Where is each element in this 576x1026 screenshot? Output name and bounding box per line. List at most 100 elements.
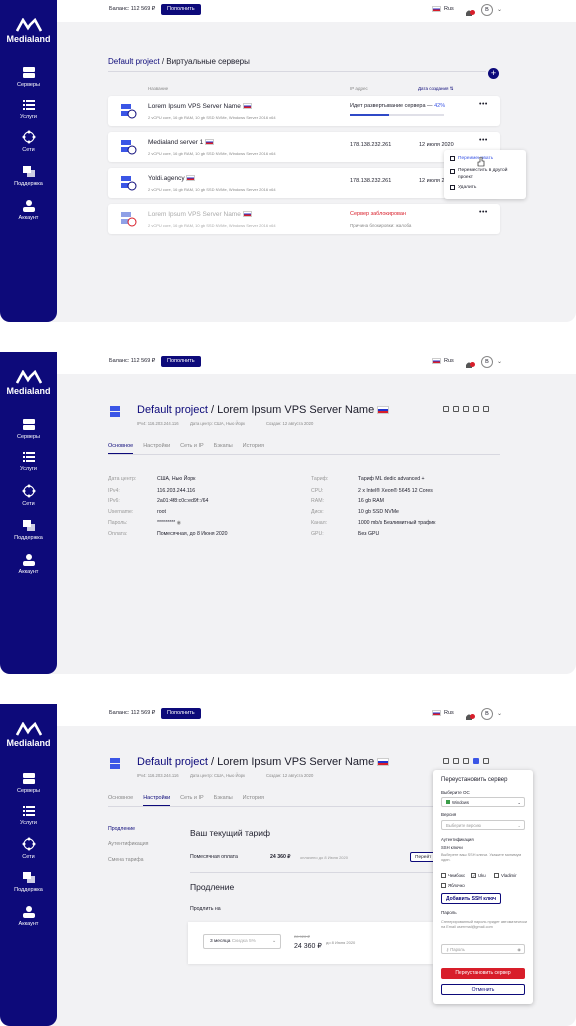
restart-icon[interactable] (463, 406, 469, 412)
sidebar-item-services[interactable]: Услуги (0, 451, 57, 472)
console-icon[interactable] (443, 758, 449, 764)
server-row[interactable]: Medialand server 1 2 vCPU core, 16 gb RA… (108, 132, 500, 162)
more-menu-icon[interactable]: ••• (479, 209, 488, 216)
eye-icon[interactable]: ◉ (517, 945, 521, 954)
blocked-status: Сервер заблокирован (350, 211, 406, 217)
topup-button[interactable]: Пополнить (161, 4, 201, 15)
flag-ru-icon (432, 710, 441, 716)
power-icon[interactable] (453, 758, 459, 764)
notifications-bell-icon[interactable] (465, 357, 475, 368)
col-ip[interactable]: IP адрес (350, 86, 368, 91)
user-icon (22, 200, 35, 212)
chevron-down-icon[interactable]: ⌄ (497, 6, 502, 13)
notifications-bell-icon[interactable] (465, 5, 475, 16)
sidebar-item-label: Серверы (16, 788, 41, 794)
menu-item-delete[interactable]: Удалить (458, 185, 476, 190)
sidebar-item-support[interactable]: Поддержка (0, 520, 57, 541)
eye-icon[interactable]: ◉ (177, 520, 182, 526)
sidebar-item-account[interactable]: Аккаунт (0, 906, 57, 927)
col-date[interactable]: Дата создания ⇅ (418, 86, 454, 92)
sidebar-item-account[interactable]: Аккаунт (0, 554, 57, 575)
menu-item-move-cont[interactable]: проект (458, 175, 473, 180)
sidebar-item-account[interactable]: Аккаунт (0, 200, 57, 221)
topup-button[interactable]: Пополнить (161, 708, 201, 719)
menu-item-move[interactable]: Переместить в другой (458, 168, 507, 173)
sidebar-item-services[interactable]: Услуги (0, 99, 57, 120)
server-row[interactable]: Lorem Ipsum VPS Server Name 2 vCPU core,… (108, 204, 500, 234)
version-select[interactable]: Выберите версию ⌄ (441, 820, 525, 830)
project-link[interactable]: Default project (108, 57, 160, 66)
tariff-value[interactable]: Тариф ML dedic advanced + (358, 476, 425, 482)
sidebar-item-servers[interactable]: Серверы (0, 419, 57, 440)
language-select[interactable]: Rus (432, 358, 454, 364)
language-select[interactable]: Rus (432, 6, 454, 12)
trash-icon[interactable] (483, 406, 489, 412)
tab-main[interactable]: Основное (108, 443, 134, 454)
ssh-key-checkbox[interactable]: Яблочко (441, 883, 465, 888)
tab-network[interactable]: Сеть и IP (180, 443, 204, 454)
server-name[interactable]: Yoldi.agency (148, 175, 196, 182)
tab-backups[interactable]: Бэкапы (214, 443, 233, 454)
change-payment-button[interactable]: Перейт (410, 852, 435, 862)
more-menu-icon[interactable]: ••• (479, 101, 488, 108)
project-link[interactable]: Default project (137, 404, 208, 416)
chevron-down-icon[interactable]: ⌄ (497, 358, 502, 365)
more-menu-icon[interactable]: ••• (479, 137, 488, 144)
server-name[interactable]: Medialand server 1 (148, 139, 215, 146)
avatar[interactable]: B (481, 356, 493, 368)
sidebar-item-support[interactable]: Поддержка (0, 166, 57, 187)
period-select[interactable]: 3 месяца Скидка 5% ⌄ (203, 934, 281, 949)
settings-nav-tariff[interactable]: Смена тарифа (108, 857, 144, 863)
avatar[interactable]: B (481, 4, 493, 16)
project-link[interactable]: Default project (137, 756, 208, 768)
add-server-button[interactable]: + (488, 68, 499, 79)
server-row[interactable]: Lorem Ipsum VPS Server Name 2 vCPU core,… (108, 96, 500, 126)
gpu-label: GPU: (311, 531, 324, 537)
tab-network[interactable]: Сеть и IP (180, 795, 204, 806)
cancel-button[interactable]: Отменить (441, 984, 525, 995)
server-row[interactable]: Yoldi.agency 2 vCPU core, 16 gb RAM, 10 … (108, 168, 500, 198)
server-name[interactable]: Lorem Ipsum VPS Server Name (148, 103, 252, 110)
tab-history[interactable]: История (243, 443, 264, 454)
logo[interactable]: Medialand (0, 370, 57, 396)
power-icon[interactable] (453, 406, 459, 412)
server-toolbar (443, 406, 489, 412)
reinstall-icon[interactable] (473, 406, 479, 412)
logo-icon (15, 722, 42, 736)
sidebar-item-servers[interactable]: Серверы (0, 67, 57, 88)
menu-item-rename[interactable]: Переименовать (458, 156, 493, 161)
restart-icon[interactable] (463, 758, 469, 764)
server-name[interactable]: Lorem Ipsum VPS Server Name (148, 211, 252, 218)
tab-main[interactable]: Основное (108, 795, 133, 806)
logo[interactable]: Medialand (0, 722, 57, 748)
sidebar-item-services[interactable]: Услуги (0, 805, 57, 826)
settings-nav-auth[interactable]: Аутентификация (108, 841, 148, 847)
sidebar-item-servers[interactable]: Серверы (0, 773, 57, 794)
ssh-key-checkbox[interactable]: ✓ Uku (471, 873, 486, 878)
logo[interactable]: Medialand (0, 18, 57, 44)
settings-nav-renewal[interactable]: Продление (108, 826, 135, 832)
sidebar-item-support[interactable]: Поддержка (0, 872, 57, 893)
sidebar-item-networks[interactable]: Сети (0, 484, 57, 507)
os-select[interactable]: Windows ⌄ (441, 797, 525, 807)
tab-history[interactable]: История (243, 795, 264, 806)
reinstall-submit-button[interactable]: Переустановить сервер (441, 968, 525, 979)
notifications-bell-icon[interactable] (465, 709, 475, 720)
tab-settings[interactable]: Настройки (143, 443, 170, 454)
col-name[interactable]: Название (148, 86, 168, 91)
console-icon[interactable] (443, 406, 449, 412)
reinstall-icon[interactable] (473, 758, 479, 764)
chevron-down-icon[interactable]: ⌄ (497, 710, 502, 717)
tab-backups[interactable]: Бэкапы (214, 795, 233, 806)
ssh-key-checkbox[interactable]: Чембокс (441, 873, 465, 878)
sidebar-item-networks[interactable]: Сети (0, 837, 57, 860)
tab-settings[interactable]: Настройки (143, 795, 171, 806)
ssh-key-checkbox[interactable]: Vladimir (494, 873, 517, 878)
trash-icon[interactable] (483, 758, 489, 764)
password-input[interactable]: ⚷ Пароль ◉ (441, 944, 525, 954)
add-ssh-key-button[interactable]: Добавить SSH ключ (441, 893, 501, 904)
avatar[interactable]: B (481, 708, 493, 720)
language-select[interactable]: Rus (432, 710, 454, 716)
topup-button[interactable]: Пополнить (161, 356, 201, 367)
sidebar-item-networks[interactable]: Сети (0, 130, 57, 153)
